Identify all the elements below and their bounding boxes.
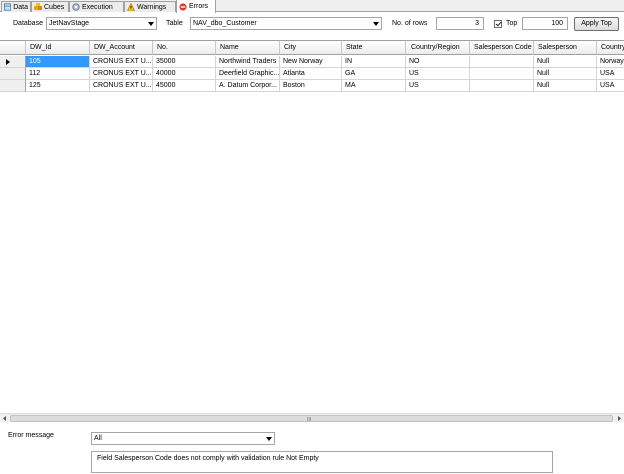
chevron-down-icon[interactable] <box>148 22 154 26</box>
data-grid: DW_Id DW_Account No. Name City State Cou… <box>0 40 624 422</box>
database-select[interactable]: JetNavStage <box>46 17 157 30</box>
tab-errors[interactable]: Errors <box>176 0 216 13</box>
scroll-right-icon[interactable] <box>615 414 624 423</box>
grid-cell[interactable]: IN <box>342 56 406 68</box>
grid-cell[interactable]: Deerfield Graphic... <box>216 68 280 80</box>
grid-cell[interactable]: US <box>406 68 470 80</box>
top-label: Top <box>506 20 518 27</box>
checkmark-icon <box>495 20 502 27</box>
apply-top-button[interactable]: Apply Top <box>574 17 619 31</box>
column-header-salesperson[interactable]: Salesperson <box>534 41 597 55</box>
grid-cell[interactable]: A. Datum Corpor... <box>216 80 280 92</box>
grid-cell[interactable] <box>470 56 534 68</box>
column-header-country[interactable]: Country <box>597 41 624 55</box>
tab-label: Execution <box>82 3 113 11</box>
table-select[interactable]: NAV_dbo_Customer <box>190 17 382 30</box>
grid-cell[interactable]: 40000 <box>153 68 216 80</box>
grid-cell[interactable]: CRONUS EXT U... <box>90 80 153 92</box>
row-header[interactable] <box>0 68 26 80</box>
grid-cell[interactable]: GA <box>342 68 406 80</box>
grid-cell[interactable]: 112 <box>26 68 90 80</box>
tab-label: Warnings <box>137 3 167 11</box>
table-label: Table <box>166 20 183 27</box>
column-header-state[interactable]: State <box>342 41 406 55</box>
column-header-name[interactable]: Name <box>216 41 280 55</box>
top-checkbox[interactable] <box>494 20 502 28</box>
scrollbar-thumb[interactable]: III <box>10 415 613 423</box>
warning-icon <box>127 3 135 11</box>
row-pointer-icon <box>6 59 10 65</box>
grid-cell[interactable]: USA <box>597 80 624 92</box>
grid-cell[interactable] <box>470 80 534 92</box>
row-header[interactable] <box>0 56 26 68</box>
grid-cell[interactable]: Northwind Traders <box>216 56 280 68</box>
column-header-no[interactable]: No. <box>153 41 216 55</box>
grid-cell[interactable]: Norway <box>597 56 624 68</box>
column-header-dw-id[interactable]: DW_Id <box>26 41 90 55</box>
grid-cell[interactable]: New Norway <box>280 56 342 68</box>
grid-cell[interactable]: Null <box>534 56 597 68</box>
error-icon <box>179 2 187 11</box>
chevron-down-icon[interactable] <box>266 437 272 441</box>
column-header-country-region[interactable]: Country/Region <box>406 41 470 55</box>
tab-execution[interactable]: Execution <box>69 1 124 12</box>
tab-data[interactable]: Data <box>1 1 31 12</box>
grid-cell[interactable]: 105 <box>26 56 90 68</box>
rows-input[interactable]: 3 <box>436 17 484 30</box>
grid-cell[interactable]: 35000 <box>153 56 216 68</box>
grid-cell[interactable]: Null <box>534 80 597 92</box>
row-header[interactable] <box>0 80 26 92</box>
grid-cell[interactable]: 45000 <box>153 80 216 92</box>
scroll-left-icon[interactable] <box>0 414 9 423</box>
gear-icon <box>72 3 80 11</box>
chevron-down-icon[interactable] <box>373 22 379 26</box>
error-message-text: Field Salesperson Code does not comply w… <box>97 455 319 462</box>
grid-cell[interactable]: US <box>406 80 470 92</box>
tab-warnings[interactable]: Warnings <box>124 1 176 12</box>
cubes-icon <box>34 3 42 10</box>
column-header-dw-account[interactable]: DW_Account <box>90 41 153 55</box>
error-message-box[interactable]: Field Salesperson Code does not comply w… <box>91 451 553 473</box>
table-value: NAV_dbo_Customer <box>193 20 257 27</box>
grid-cell[interactable]: Null <box>534 68 597 80</box>
top-input[interactable]: 100 <box>522 17 568 30</box>
grid-cell[interactable]: 125 <box>26 80 90 92</box>
database-value: JetNavStage <box>49 20 90 27</box>
error-filter-select[interactable]: All <box>91 432 275 445</box>
grid-cell[interactable]: USA <box>597 68 624 80</box>
grid-cell[interactable]: Boston <box>280 80 342 92</box>
tab-cubes[interactable]: Cubes <box>31 1 69 12</box>
grid-cell[interactable]: NO <box>406 56 470 68</box>
column-header-city[interactable]: City <box>280 41 342 55</box>
error-filter-value: All <box>94 435 102 442</box>
grid-cell[interactable]: MA <box>342 80 406 92</box>
tab-label: Errors <box>189 3 209 10</box>
error-message-label: Error message <box>8 432 54 439</box>
tab-label: Data <box>13 3 28 11</box>
grid-corner-header <box>0 41 26 55</box>
grid-cell[interactable]: CRONUS EXT U... <box>90 68 153 80</box>
error-panel: Error message All Field Salesperson Code… <box>0 423 624 474</box>
grid-cell[interactable]: Atlanta <box>280 68 342 80</box>
grid-cell[interactable] <box>470 68 534 80</box>
rows-label: No. of rows <box>392 20 428 27</box>
column-header-salesperson-code[interactable]: Salesperson Code <box>470 41 534 55</box>
grid-cell[interactable]: CRONUS EXT U... <box>90 56 153 68</box>
grid-icon <box>4 3 12 11</box>
tab-label: Cubes <box>44 3 65 11</box>
tab-strip: Data Cubes Execution Warnings Errors <box>0 0 624 13</box>
horizontal-scrollbar[interactable]: III <box>0 413 624 423</box>
database-label: Database <box>13 20 43 27</box>
